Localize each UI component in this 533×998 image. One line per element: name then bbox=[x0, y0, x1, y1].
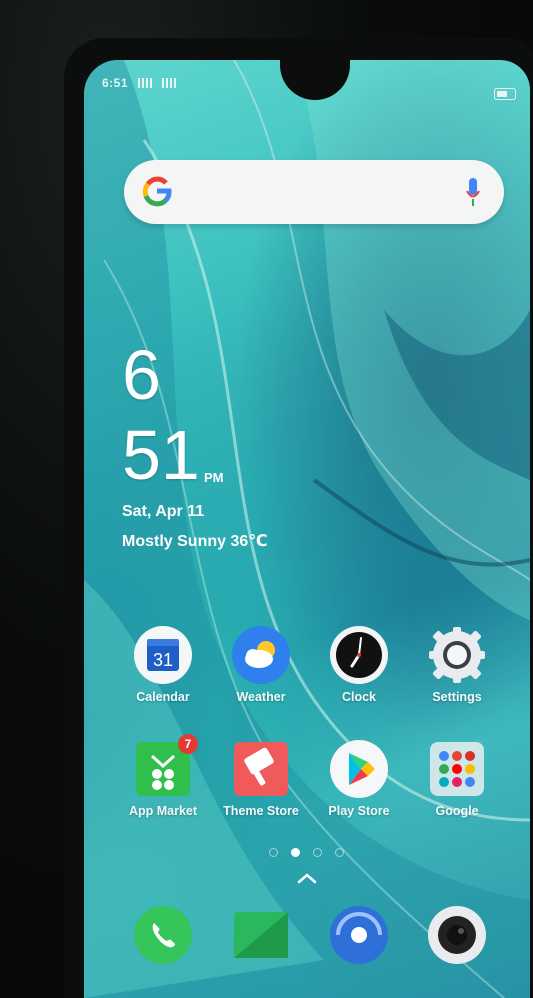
google-folder-icon bbox=[428, 740, 486, 798]
app-app-market[interactable]: 7 App Market bbox=[118, 734, 208, 818]
weather-icon bbox=[232, 626, 290, 684]
play-store-icon bbox=[330, 740, 388, 798]
calendar-icon: 31 bbox=[134, 626, 192, 684]
battery-icon bbox=[494, 88, 516, 100]
camera-icon[interactable] bbox=[428, 906, 486, 964]
app-theme-store[interactable]: Theme Store bbox=[216, 740, 306, 818]
app-label: Calendar bbox=[136, 690, 190, 704]
google-g-icon bbox=[142, 176, 172, 207]
clock-icon bbox=[330, 626, 388, 684]
home-screen[interactable]: 6:51 6 51 PM Sat, Apr 11 Mostly Sunny 36… bbox=[84, 60, 530, 998]
app-label: Weather bbox=[236, 690, 286, 704]
messages-icon[interactable] bbox=[232, 906, 290, 964]
app-calendar[interactable]: 31 Calendar bbox=[118, 626, 208, 704]
microphone-icon[interactable] bbox=[466, 178, 480, 208]
app-weather[interactable]: Weather bbox=[216, 626, 306, 704]
app-clock[interactable]: Clock bbox=[314, 626, 404, 704]
page-dot-active[interactable] bbox=[291, 848, 300, 857]
app-label: Theme Store bbox=[223, 804, 299, 818]
page-indicator[interactable] bbox=[269, 848, 349, 858]
app-label: Google bbox=[435, 804, 479, 818]
app-label: Play Store bbox=[328, 804, 390, 818]
app-settings[interactable]: Settings bbox=[412, 626, 502, 704]
status-bar: 6:51 bbox=[102, 76, 176, 90]
app-label: App Market bbox=[128, 804, 198, 818]
date-text: Sat, Apr 11 bbox=[122, 503, 205, 520]
app-play-store[interactable]: Play Store bbox=[314, 740, 404, 818]
google-search-bar[interactable] bbox=[124, 160, 504, 224]
calendar-icon-text: 31 bbox=[153, 650, 173, 670]
status-time: 6:51 bbox=[102, 76, 129, 90]
dock bbox=[84, 868, 530, 998]
page-dot[interactable] bbox=[335, 848, 344, 857]
signal-icon-2 bbox=[161, 78, 176, 88]
notification-badge: 7 bbox=[178, 734, 198, 754]
clock-ampm: PM bbox=[204, 470, 224, 485]
theme-store-icon bbox=[232, 740, 290, 798]
page-dot[interactable] bbox=[269, 848, 278, 857]
phone-icon[interactable] bbox=[134, 906, 192, 964]
browser-icon[interactable] bbox=[330, 906, 388, 964]
app-label: Clock bbox=[341, 690, 377, 704]
clock-minute[interactable]: 51 bbox=[122, 420, 200, 490]
app-label: Settings bbox=[432, 690, 482, 704]
signal-icon bbox=[137, 78, 152, 88]
weather-text[interactable]: Mostly Sunny 36℃ bbox=[122, 531, 268, 551]
page-dot[interactable] bbox=[313, 848, 322, 857]
settings-icon bbox=[428, 626, 486, 684]
app-market-icon: 7 bbox=[134, 734, 198, 798]
app-google-folder[interactable]: Google bbox=[412, 740, 502, 818]
clock-hour[interactable]: 6 bbox=[122, 340, 161, 410]
